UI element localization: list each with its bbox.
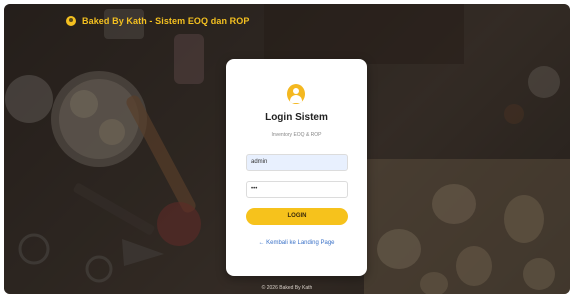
user-avatar-icon: [287, 84, 305, 104]
user-circle-icon: [66, 16, 76, 26]
login-button[interactable]: LOGIN: [246, 208, 348, 225]
login-card: Login Sistem Inventory EOQ & ROP admin •…: [226, 59, 367, 276]
username-input[interactable]: admin: [246, 154, 348, 171]
back-to-landing-link[interactable]: ← Kembali ke Landing Page: [226, 240, 367, 246]
top-brand-bar: Baked By Kath - Sistem EOQ dan ROP: [66, 16, 249, 26]
login-subtitle: Inventory EOQ & ROP: [271, 132, 322, 138]
password-input[interactable]: •••: [246, 181, 348, 198]
brand-title: Baked By Kath - Sistem EOQ dan ROP: [82, 16, 250, 26]
footer-copyright: © 2026 Baked By Kath: [261, 285, 313, 291]
page: Baked By Kath - Sistem EOQ dan ROP Login…: [0, 0, 575, 296]
background-frame: Baked By Kath - Sistem EOQ dan ROP Login…: [4, 4, 570, 294]
login-title: Login Sistem: [265, 112, 328, 123]
